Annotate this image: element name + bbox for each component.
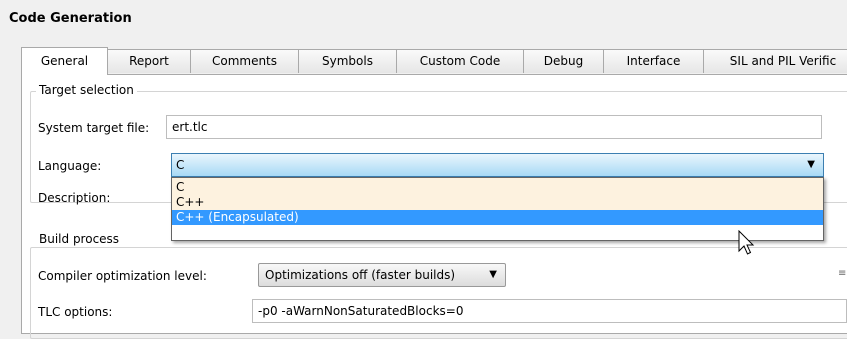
language-option-cpp[interactable]: C++ xyxy=(172,195,823,210)
language-combobox[interactable]: C ▼ xyxy=(171,153,824,177)
tlc-options-field[interactable]: -p0 -aWarnNonSaturatedBlocks=0 xyxy=(252,299,847,323)
language-value: C xyxy=(176,158,185,172)
target-selection-legend: Target selection xyxy=(36,83,137,97)
section-title: Code Generation xyxy=(9,11,132,26)
description-label: Description: xyxy=(38,191,111,205)
system-target-file-field[interactable]: ert.tlc xyxy=(166,115,822,139)
language-option-c[interactable]: C xyxy=(172,180,823,195)
grip-icon[interactable]: ≡ xyxy=(838,268,846,279)
language-label: Language: xyxy=(38,159,102,173)
build-process-group xyxy=(30,247,847,339)
tab-debug[interactable]: Debug xyxy=(523,49,604,73)
language-dropdown-list: C C++ C++ (Encapsulated) xyxy=(171,177,824,241)
tab-interface[interactable]: Interface xyxy=(603,49,704,73)
chevron-down-icon[interactable]: ▼ xyxy=(807,154,815,176)
tab-custom-code[interactable]: Custom Code xyxy=(396,49,524,73)
language-option-cpp-encapsulated[interactable]: C++ (Encapsulated) xyxy=(172,210,823,225)
tab-sil-pil-verification[interactable]: SIL and PIL Verific xyxy=(703,49,847,73)
system-target-file-label: System target file: xyxy=(38,121,150,135)
chevron-down-icon[interactable]: ▼ xyxy=(489,264,497,286)
tab-general[interactable]: General xyxy=(21,47,108,75)
compiler-optimization-label: Compiler optimization level: xyxy=(38,269,207,283)
build-process-legend: Build process xyxy=(36,232,123,246)
tab-symbols[interactable]: Symbols xyxy=(298,49,397,73)
compiler-optimization-select[interactable]: Optimizations off (faster builds) ▼ xyxy=(258,263,506,287)
tab-comments[interactable]: Comments xyxy=(190,49,299,73)
tab-report[interactable]: Report xyxy=(107,49,191,73)
compiler-optimization-value: Optimizations off (faster builds) xyxy=(265,268,456,282)
tab-strip: General Report Comments Symbols Custom C… xyxy=(21,47,847,75)
tlc-options-label: TLC options: xyxy=(38,305,113,319)
cursor-icon xyxy=(738,230,755,255)
